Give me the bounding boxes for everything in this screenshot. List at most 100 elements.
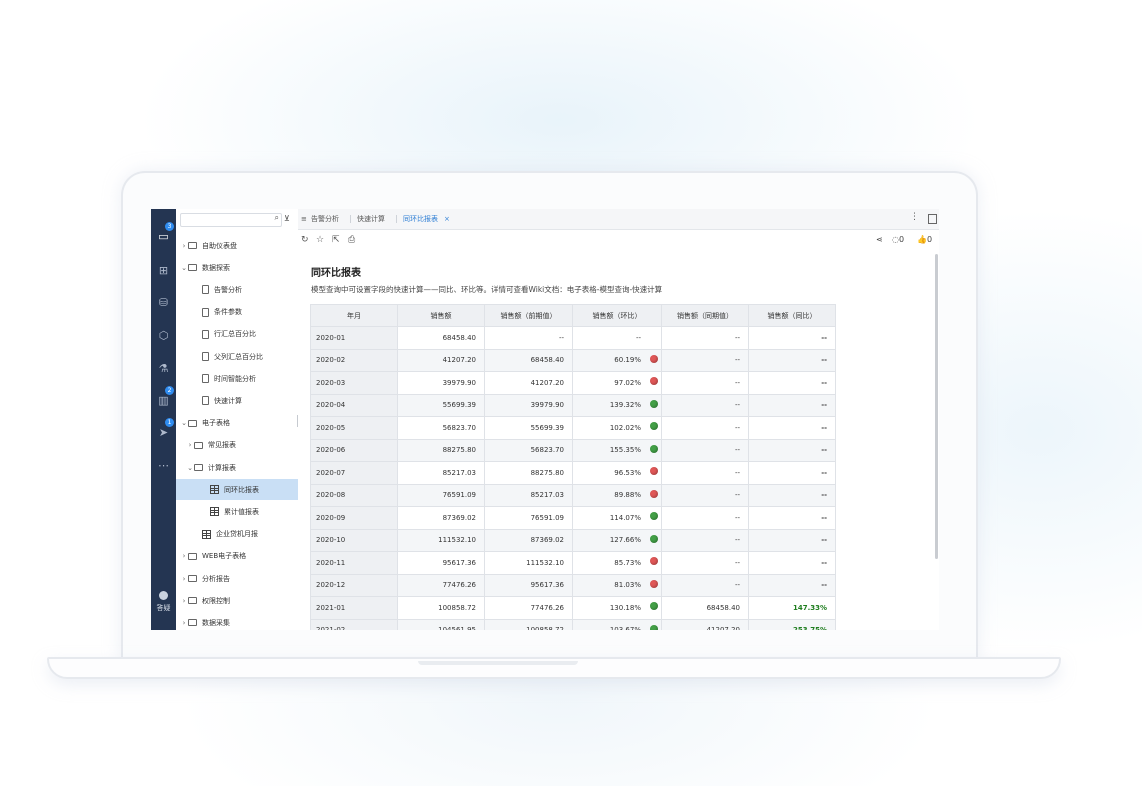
cell-year-month: 2021-01 [310,596,398,620]
tree-item[interactable]: › WEB电子表格 [176,546,302,567]
tab-separator [350,215,351,223]
window-icon[interactable] [928,214,937,224]
cell-sales-yoy: -- [748,461,836,485]
tab-separator [396,215,397,223]
tree-item[interactable]: › 数据采集 [176,612,302,630]
column-header[interactable]: 年月 [310,304,398,327]
tab-menu-icon[interactable]: ≡ [301,209,307,229]
tree-item[interactable]: ⌄ 电子表格 [176,413,302,434]
rail-bar-chart-button[interactable]: ▥ 2 [151,386,176,411]
chevron-icon[interactable]: ⌄ [180,264,188,272]
table-row: 2021-02 104561.95 100858.72 103.67% 41207.20… [310,618,836,630]
tree-item[interactable]: 快速计算 [176,390,316,411]
tree-item[interactable]: 条件参数 [176,302,316,323]
cell-sales-prev: 68458.40 [484,348,573,372]
close-icon[interactable]: × [444,215,450,223]
yoy-value: -- [821,333,827,342]
tree-item[interactable]: ⌄ 数据探索 [176,257,302,278]
rail-monitor-button[interactable]: ▭ 3 [151,222,176,247]
chevron-icon[interactable]: › [186,441,194,449]
table-row: 2020-01 68458.40 -- -- -- -- [310,326,836,350]
year-month-value: 2021-02 [316,626,345,630]
tree-item[interactable]: 告警分析 [176,279,316,300]
yoy-value: -- [821,468,827,477]
tree-item-label: 电子表格 [202,419,230,428]
comment-button[interactable]: ◌0 [892,235,904,244]
rail-cube-button[interactable]: ⬡ [151,324,176,346]
cell-sales-mom: 85.73% [572,551,662,575]
year-month-value: 2020-05 [316,423,346,432]
yoy-value: -- [821,558,827,567]
refresh-icon[interactable]: ↻ [301,235,309,245]
vertical-scrollbar[interactable] [935,254,938,559]
tree-item[interactable]: › 分析报告 [176,568,302,589]
chevron-icon[interactable]: ⌄ [180,419,188,427]
tab-alert-analysis[interactable]: 告警分析 [311,209,339,229]
folder-icon [188,619,197,627]
tree-item[interactable]: 时间智能分析 [176,368,316,389]
more-vertical-icon[interactable]: ⋮ [910,212,919,222]
chevron-icon[interactable]: › [180,619,188,627]
sales-value: 76591.09 [442,491,476,500]
tree-item[interactable]: › 常见报表 [176,435,308,456]
cell-year-month: 2021-02 [310,618,398,630]
database-icon: ⛁ [158,295,169,309]
chevron-icon[interactable]: › [180,242,188,250]
year-month-value: 2020-08 [316,491,346,500]
notification-badge: 3 [165,222,174,231]
tree-item[interactable]: 企业贷机月报 [176,524,316,545]
table-row: 2020-10 111532.10 87369.02 127.66% -- -- [310,528,836,552]
tree-item[interactable]: 父列汇总百分比 [176,346,316,367]
column-header[interactable]: 销售额 [397,304,485,327]
rail-more-button[interactable]: ⋯ [151,454,176,476]
sales-value: 55699.39 [442,401,476,410]
share-icon[interactable]: ⋖ [876,235,883,244]
yoy-value: 253.75% [793,626,827,630]
rail-dashboard-button[interactable]: ⊞ [151,259,176,281]
rail-send-button[interactable]: ➤ 1 [151,418,176,443]
cell-year-month: 2020-08 [310,483,398,507]
star-icon[interactable]: ☆ [316,235,324,245]
tree-item[interactable]: › 权限控制 [176,590,302,611]
report-description: 模型查询中可设置字段的快速计算——同比、环比等。详情可查看Wiki文档：电子表格… [311,285,663,294]
chevron-icon[interactable]: › [180,597,188,605]
tree-item[interactable]: 行汇总百分比 [176,324,316,345]
chevron-icon[interactable]: › [180,552,188,560]
yoy-base-value: -- [734,401,740,410]
status-red-icon [650,489,658,498]
chevron-icon[interactable]: › [180,575,188,583]
folder-icon [188,242,197,249]
sales-prev-value: 41207.20 [530,378,564,387]
user-menu[interactable]: 答疑 [151,591,176,613]
print-icon[interactable]: ⎙ [348,235,355,245]
tree-item[interactable]: › 自助仪表盘 [176,235,302,256]
grid-icon [202,529,211,539]
cell-sales-prev: 95617.36 [484,573,573,597]
table-row: 2021-01 100858.72 77476.26 130.18% 68458.40 1… [310,596,836,620]
cell-sales: 104561.95 [397,618,485,630]
tab-yoy-report[interactable]: 同环比报表 × [403,209,450,229]
filter-icon[interactable]: ⊻ [284,214,290,223]
rail-flask-button[interactable]: ⚗ [151,357,176,379]
year-month-value: 2020-02 [316,356,346,365]
column-header[interactable]: 销售额（同期值） [661,304,749,327]
status-red-icon [650,557,658,565]
chevron-icon[interactable]: ⌄ [186,464,194,472]
sales-prev-value: 56823.70 [530,446,564,455]
table-row: 2020-03 39979.90 41207.20 97.02% -- -- [310,371,836,395]
like-count: 0 [926,235,933,244]
cell-sales-yoy: -- [748,528,836,552]
tab-quick-calc[interactable]: 快速计算 [357,209,385,229]
open-external-icon[interactable]: ⇱ [332,235,340,245]
column-header[interactable]: 销售额（同比） [748,304,836,327]
table-row: 2020-02 41207.20 68458.40 60.19% -- -- [310,348,836,372]
search-icon[interactable]: ⌕ [275,213,279,223]
doc-icon [202,285,209,295]
column-header[interactable]: 销售额（环比） [572,304,662,327]
tree-search-input[interactable]: ⌕ [180,213,282,227]
rail-database-button[interactable]: ⛁ [151,291,176,313]
tree-item[interactable]: ⌄ 计算报表 [176,457,308,478]
like-button[interactable]: 👍0 [917,235,932,244]
column-header[interactable]: 销售额（前期值） [484,304,573,327]
cell-sales-yoy: -- [748,506,836,530]
